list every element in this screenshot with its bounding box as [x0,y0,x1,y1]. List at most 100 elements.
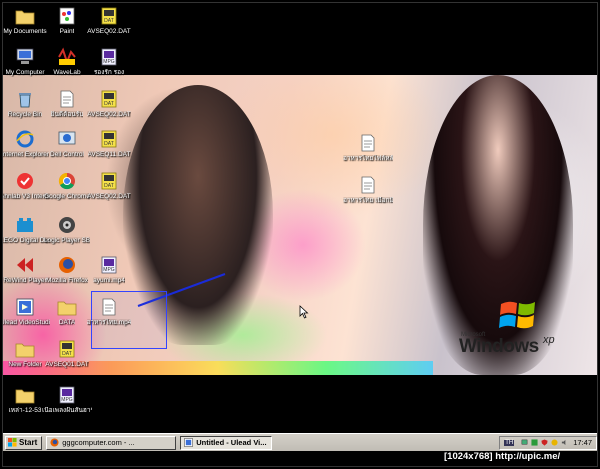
desktop-icon-17[interactable]: ReWind Player [3,255,47,285]
desktop-icon-10[interactable]: Dell Control [45,129,89,159]
desktop-icon-label: Logic Player SB [43,237,91,244]
svg-text:MPG: MPG [61,397,73,403]
dat-file-icon: DAT [99,171,119,191]
desktop-icon-16[interactable]: Logic Player SB [43,215,91,245]
desktop-icon-22[interactable]: อาหารไทย.mp4 [87,297,131,327]
task-label: gggcomputer.com - ... [62,438,135,447]
desktop-icon-18[interactable]: Mozilla Firefox [45,255,89,285]
desktop-icon-label: ReWind Player [3,277,47,284]
firefox-icon [57,255,77,275]
desktop-icon-label: AVSEQ11.DAT [87,151,131,158]
desktop-icon-label: My Computer [5,69,45,76]
document-icon [358,175,378,195]
ulead-icon [184,438,194,447]
desktop-icon-11[interactable]: DAT AVSEQ11.DAT [87,129,131,159]
taskbar-item-ulead[interactable]: Untitled - Ulead Vi... [180,435,273,450]
desktop-icon-13[interactable]: Google Chrome [44,171,90,201]
desktop-icon-7[interactable]: ยินดีต้อนรับ [45,89,89,119]
windows-flag-icon [8,438,17,447]
svg-text:MPG: MPG [103,59,115,65]
desktop-icon-label: AVSEQ02.DAT [87,28,131,35]
lego-icon [15,215,35,235]
desktop-icon-1[interactable]: Paint [45,6,89,36]
desktop-icon-label: รองรัก รอง [93,69,125,76]
desktop-icon-3[interactable]: My Computer [3,47,47,77]
update-icon[interactable] [551,439,558,446]
desktop-icon-label: Ahnlab V3 Internet Security [2,193,50,200]
desktop-icon-label: New Folder [8,361,42,368]
desktop-icon-label: เนื้อเพลงฝันสั้นฮาร์ทีบนเนินดิน [42,407,92,414]
firefox-icon [50,438,59,447]
desktop-icon-14[interactable]: DAT AVSEQ02.DAT [87,171,131,201]
desktop-icon-label: อาหารไทยไฟล์หลัก.wav [343,155,393,162]
desktop-icon-label: Google Chrome [44,193,90,200]
desktop-icon-label: LEGO Digital Designer [3,237,50,244]
folder-icon [15,339,35,359]
taskbar-item-firefox[interactable]: gggcomputer.com - ... [46,435,177,450]
svg-text:DAT: DAT [104,101,114,107]
desktop-icon-label: อาหารไทย เมือกมิก.wav [343,197,393,204]
desktop-icon-4[interactable]: WaveLab [45,47,89,77]
paint-icon [57,6,77,26]
desktop-icon-label: DATA [58,319,76,326]
resolution-footer: [1024x768] http://upic.me/ [444,451,561,462]
start-label: Start [19,438,38,447]
desktop-icon-0[interactable]: My Documents [3,6,47,36]
desktop-icon-label: Internet Explorer [2,151,50,158]
desktop-icon-28[interactable]: MPG เนื้อเพลงฝันสั้นฮาร์ทีบนเนินดิน [42,385,92,415]
wavelab-icon [57,47,77,67]
desktop-icon-12[interactable]: Ahnlab V3 Internet Security [2,171,50,201]
desktop-icon-20[interactable]: Ulead VideoStudio [3,297,50,327]
volume-icon[interactable] [561,439,568,446]
desktop-icon-24[interactable]: DAT AVSEQ01.DAT [45,339,89,369]
dat-file-icon: DAT [99,89,119,109]
windows-flag-icon [499,301,535,329]
task-label: Untitled - Ulead Vi... [196,438,267,447]
antivirus-icon[interactable] [531,439,538,446]
desktop-icon-5[interactable]: MPG รองรัก รอง [87,47,131,77]
security-shield-icon[interactable] [541,439,548,446]
logo-xp-text: xp [543,334,555,346]
clock[interactable]: 17:47 [573,438,592,447]
folder-icon [15,6,35,26]
ahnlab-icon [15,171,35,191]
folder-icon [15,385,35,405]
start-button[interactable]: Start [5,435,43,450]
dat-file-icon: DAT [99,6,119,26]
desktop-icon-label: Recycle Bin [7,111,43,118]
svg-text:DAT: DAT [104,183,114,189]
desktop-icon-26[interactable]: อาหารไทย เมือกมิก.wav [343,175,393,205]
network-icon[interactable] [521,439,528,446]
desktop-icon-19[interactable]: MPG ayumi.mp4 [87,255,131,285]
svg-text:MPG: MPG [103,267,115,273]
desktop-icon-6[interactable]: Recycle Bin [3,89,47,119]
mpg-file-icon: MPG [99,255,119,275]
document-icon [57,89,77,109]
desktop-icon-8[interactable]: DAT AVSEQ02.DAT [87,89,131,119]
desktop-icon-9[interactable]: Internet Explorer [2,129,50,159]
recycle-bin-icon [15,89,35,109]
mouse-pointer-icon [299,305,309,319]
desktop-icon-21[interactable]: DATA [45,297,89,327]
chrome-icon [57,171,77,191]
language-indicator[interactable]: TH [504,439,515,446]
desktop-icon-label: อาหารไทย.mp4 [86,319,132,326]
system-tray: TH 17:47 [499,435,597,450]
rewind-icon [15,255,35,275]
desktop-icon-23[interactable]: New Folder [3,339,47,369]
desktop-icon-2[interactable]: DAT AVSEQ02.DAT [87,6,131,36]
taskbar: Start gggcomputer.com - ... Untitled - U… [3,433,597,451]
dell-icon [57,129,77,149]
logic-icon [57,215,77,235]
ulead-icon [15,297,35,317]
desktop-icon-label: ayumi.mp4 [93,277,125,284]
desktop-icon-label: AVSEQ02.DAT [87,193,131,200]
desktop-icon-label: Paint [59,28,75,35]
desktop-icon-label: AVSEQ02.DAT [87,111,131,118]
desktop-icon-label: AVSEQ01.DAT [45,361,89,368]
desktop-icon-label: Ulead VideoStudio [3,319,50,326]
desktop-icon-27[interactable]: เหล่า-12-53 [3,385,47,415]
desktop-icon-25[interactable]: อาหารไทยไฟล์หลัก.wav [343,133,393,163]
desktop-icon-15[interactable]: LEGO Digital Designer [3,215,50,245]
windows-xp-logo: Microsoft Windows xp [459,298,569,368]
